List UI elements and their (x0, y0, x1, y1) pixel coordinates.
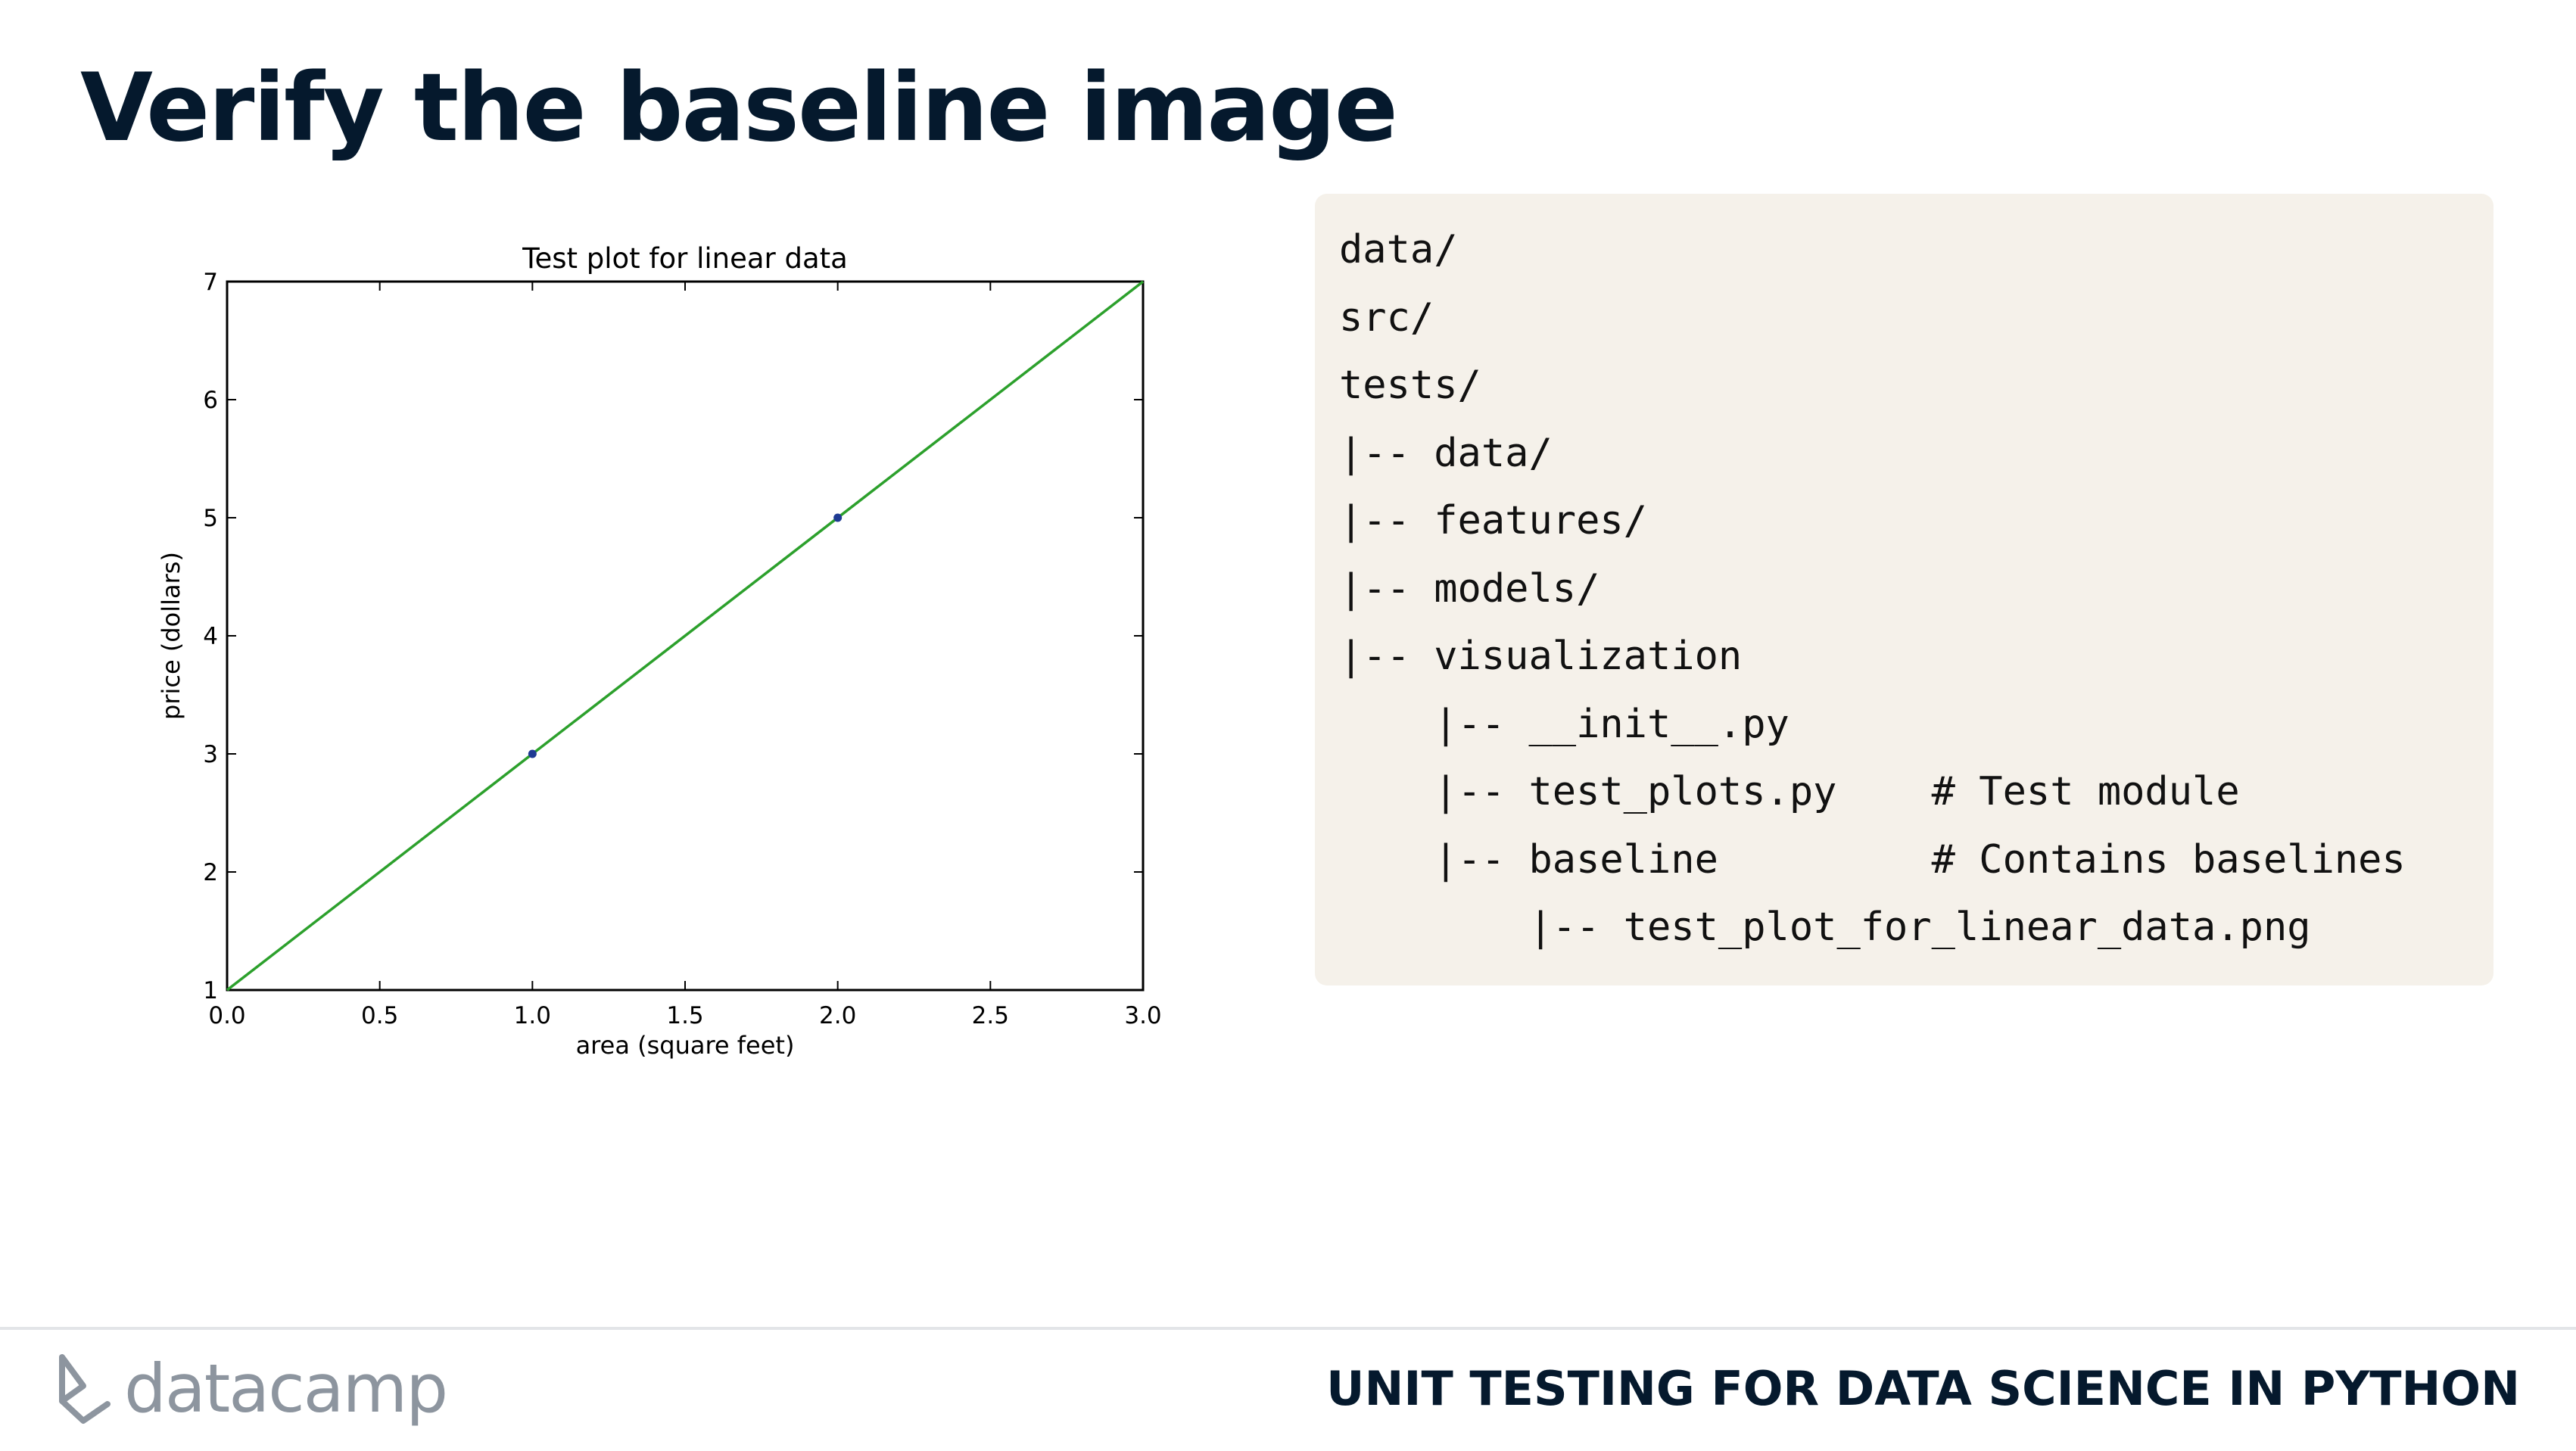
y-tick-label: 6 (203, 387, 218, 414)
chart-canvas: Test plot for linear data area (square f… (157, 242, 1162, 1060)
x-tick-label: 2.0 (819, 1002, 856, 1029)
slide-title: Verify the baseline image (80, 54, 1398, 163)
x-tick-label: 0.0 (208, 1002, 245, 1029)
y-tick-label: 1 (203, 977, 218, 1004)
x-tick-label: 1.5 (666, 1002, 703, 1029)
datacamp-logo: datacamp (53, 1347, 448, 1431)
directory-tree: data/src/tests/ |-- data/ |-- features/ |--… (1339, 216, 2406, 962)
y-tick-label: 2 (203, 859, 218, 886)
code-line: |-- baseline # Contains baselines (1339, 836, 2406, 883)
code-line: src/ (1339, 294, 1434, 341)
course-title: UNIT TESTING FOR DATA SCIENCE IN PYTHON (1326, 1361, 2520, 1416)
code-line: |-- models/ (1339, 565, 1600, 612)
x-tick-label: 3.0 (1124, 1002, 1161, 1029)
y-tick-label: 5 (203, 505, 218, 532)
baseline-plot: Test plot for linear data area (square f… (136, 227, 1196, 1075)
code-line: data/ (1339, 227, 1458, 272)
code-line: |-- test_plot_for_linear_data.png (1339, 905, 2311, 950)
code-line: |-- visualization (1339, 634, 1743, 679)
x-tick-label: 2.5 (972, 1002, 1009, 1029)
y-tick-label: 3 (203, 741, 218, 768)
code-line: |-- __init__.py (1339, 701, 1789, 747)
x-tick-label: 0.5 (361, 1002, 398, 1029)
code-line: |-- test_plots.py # Test module (1339, 769, 2240, 814)
logo-text: datacamp (124, 1350, 448, 1428)
code-line: tests/ (1339, 363, 1481, 408)
x-axis-label: area (square feet) (576, 1031, 795, 1060)
y-tick-label: 7 (203, 269, 218, 296)
code-line: |-- data/ (1339, 430, 1553, 476)
y-axis-label: price (dollars) (157, 552, 185, 720)
x-tick-label: 1.0 (514, 1002, 551, 1029)
code-line: |-- features/ (1339, 498, 1647, 543)
data-point (833, 513, 843, 522)
datacamp-logo-icon (59, 1354, 111, 1424)
directory-tree-panel: data/src/tests/ |-- data/ |-- features/ |--… (1315, 194, 2493, 985)
y-tick-label: 4 (203, 623, 218, 650)
chart-title: Test plot for linear data (522, 242, 848, 275)
footer-divider (0, 1327, 2576, 1330)
data-point (528, 749, 537, 758)
